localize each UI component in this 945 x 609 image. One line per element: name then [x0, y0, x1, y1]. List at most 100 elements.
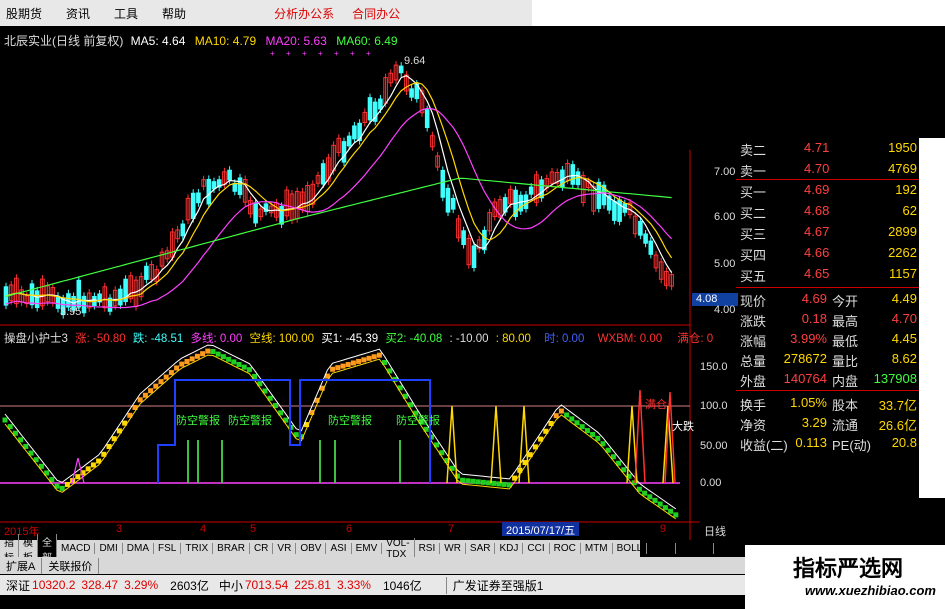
order-book-row[interactable]: 买三 4.67 2899	[736, 222, 919, 242]
right-scroll-strip[interactable]	[919, 138, 945, 498]
candle-body	[461, 230, 466, 246]
candle-body	[352, 125, 357, 140]
oscillator-dot	[356, 358, 362, 364]
stat-value: 0.18	[801, 311, 827, 326]
tab-related-quote[interactable]: 关联报价	[42, 557, 100, 574]
sz-percent: 3.29%	[124, 578, 159, 592]
oscillator-dot	[137, 397, 143, 403]
indicator-tab[interactable]: KDJ	[495, 543, 524, 554]
candle-body	[206, 178, 212, 205]
signal-marker: +	[366, 49, 371, 58]
oscillator-dot	[174, 365, 180, 371]
stat-value: 137908	[873, 371, 917, 386]
ma10-line	[5, 81, 673, 303]
indicator-tab[interactable]: OBV	[296, 543, 327, 554]
ma5-line	[5, 75, 673, 304]
period-label[interactable]: 日线	[704, 523, 726, 539]
oscillator-dot	[564, 412, 570, 418]
stat-value: 4.69	[801, 291, 827, 306]
indicator-tab[interactable]: MTM	[581, 543, 613, 554]
order-book-row[interactable]: 卖一 4.70 4769	[736, 159, 919, 179]
candle-body	[617, 199, 622, 222]
stat-label: 最高	[832, 314, 859, 329]
indicator-tab[interactable]: BOLL	[613, 543, 648, 554]
signal-marker: +	[302, 49, 307, 58]
signal-marker: +	[350, 49, 355, 58]
indicator-tab[interactable]: MACD	[57, 543, 96, 554]
candle-body	[445, 187, 451, 213]
stat-value: 33.7亿	[878, 398, 917, 413]
stat-label: PE(动)	[832, 438, 872, 453]
zx-amount: 1046亿	[382, 578, 422, 593]
order-price: 4.68	[804, 203, 830, 218]
signal-marker: +	[270, 49, 275, 58]
indicator-tab[interactable]: ROC	[550, 543, 581, 554]
stat-label: 总量	[740, 354, 767, 369]
stats-row: 总量 278672 量比 8.62	[736, 349, 919, 369]
oscillator-dot	[236, 362, 242, 367]
tab-extend-a[interactable]: 扩展A	[0, 557, 43, 574]
oscillator-dot	[668, 508, 674, 514]
month-4: 4	[200, 523, 207, 535]
quote-panel: 卖二 4.71 1950 卖一 4.70 4769 买一 4.69 192 买二 4.68 62 买三 4…	[736, 138, 919, 453]
oscillator-dot	[200, 351, 206, 357]
order-book-row[interactable]: 买一 4.69 192	[736, 180, 919, 200]
stats-row: 涨幅 3.99% 最低 4.45	[736, 329, 919, 349]
oscillator-dot	[226, 356, 232, 362]
indicator-tab[interactable]: PSY	[647, 543, 677, 554]
high-price-label: 9.64	[404, 55, 426, 67]
price-axis-600: 6.00	[714, 211, 736, 223]
order-book-row[interactable]: 买四 4.66 2262	[736, 243, 919, 263]
indicator-tab[interactable]: ASI	[326, 543, 352, 554]
indicator-tab[interactable]: DMA	[123, 543, 155, 554]
order-label: 买二	[740, 206, 767, 221]
stat-value: 1.05%	[790, 395, 827, 410]
indicator-tab[interactable]: EMV	[352, 543, 383, 554]
order-book-row[interactable]: 买五 4.65 1157	[736, 264, 919, 284]
candle-body	[76, 279, 82, 308]
highlighted-date: 2015/07/17/五	[502, 522, 580, 537]
ma5-label: MA5:	[130, 34, 159, 48]
candle-body	[528, 186, 534, 195]
order-label: 买一	[740, 185, 767, 200]
indicator-tab[interactable]: DMI	[95, 543, 123, 554]
indicator-tab[interactable]: MCST	[676, 543, 714, 554]
ind-v3: 时: 0.00	[544, 333, 585, 345]
ma5-value: 4.64	[162, 34, 186, 48]
order-price: 4.65	[804, 266, 830, 281]
full-position-spike	[634, 389, 646, 484]
indicator-tab[interactable]: FSL	[154, 543, 182, 554]
sz-amount: 2603亿	[170, 578, 209, 593]
candle-body	[227, 169, 232, 181]
ind-v4: WXBM: 0.00	[597, 333, 663, 345]
indicator-tab[interactable]: CCI	[523, 543, 550, 554]
month-6: 6	[346, 523, 353, 535]
stat-label: 涨跌	[740, 314, 767, 329]
indicator-tab[interactable]: CR	[250, 543, 274, 554]
oscillator-dot	[350, 360, 356, 366]
stat-value: 140764	[783, 371, 827, 386]
order-book-row[interactable]: 买二 4.68 62	[736, 201, 919, 221]
oscillator-dot	[210, 349, 216, 354]
stat-label: 流通	[832, 418, 859, 433]
stat-value: 4.70	[891, 311, 917, 326]
alert-label-4: 防空警报	[396, 415, 440, 427]
indicator-tab[interactable]: SAR	[466, 543, 496, 554]
ind-v2: : 80.00	[495, 333, 531, 345]
ind-axis-0: 0.00	[700, 477, 722, 489]
oscillator-dot	[59, 485, 65, 491]
indicator-tab[interactable]: TRIX	[181, 543, 214, 554]
stats-row: 涨跌 0.18 最高 4.70	[736, 309, 919, 329]
indicator-tab[interactable]: WR	[440, 543, 466, 554]
oscillator-dot	[465, 478, 471, 484]
candle-body	[279, 205, 284, 225]
candle-body	[638, 220, 643, 236]
indicator-tab[interactable]: BRAR	[213, 543, 250, 554]
indicator-tab[interactable]: RSI	[415, 543, 441, 554]
stat-label: 现价	[740, 294, 767, 309]
indicator-tab[interactable]: VR	[273, 543, 297, 554]
sz-label: 深证	[6, 578, 31, 593]
candle-body	[144, 265, 149, 280]
oscillator-dot	[205, 348, 211, 354]
order-book-row[interactable]: 卖二 4.71 1950	[736, 138, 919, 158]
